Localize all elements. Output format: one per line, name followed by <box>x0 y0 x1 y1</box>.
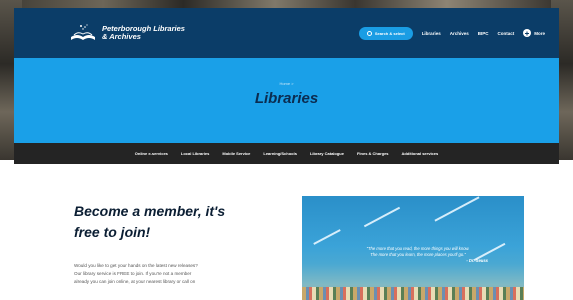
subnav-library-catalogue[interactable]: Library Catalogue <box>310 151 344 156</box>
breadcrumb[interactable]: Home > <box>14 81 559 86</box>
page-frame: Peterborough Libraries & Archives Search… <box>14 8 559 300</box>
nav-bipc[interactable]: BIPC <box>478 31 489 36</box>
ceiling-light <box>363 206 401 228</box>
ceiling-light <box>313 229 341 245</box>
search-icon <box>366 30 372 36</box>
library-interior-photo: "The more that you read, the more things… <box>302 196 524 300</box>
ceiling-light <box>434 196 480 222</box>
main-content: Become a member, it's free to join! Woul… <box>14 164 559 300</box>
para-line-1: Would you like to get your hands on the … <box>74 263 198 268</box>
page-title: Libraries <box>254 90 319 107</box>
subnav-local-libraries[interactable]: Local Libraries <box>181 151 209 156</box>
subnav-learning-schools[interactable]: Learning/Schools <box>263 151 297 156</box>
site-logo[interactable]: Peterborough Libraries & Archives <box>69 23 185 43</box>
header-nav: Search & select Libraries Archives BIPC … <box>358 26 545 40</box>
plus-icon <box>523 29 532 37</box>
nav-contact[interactable]: Contact <box>497 31 514 36</box>
wall-quote: "The more that you read, the more things… <box>348 246 488 264</box>
section-heading: Become a member, it's free to join! <box>74 201 274 243</box>
section-subnav: Online e-services Local Libraries Mobile… <box>14 143 559 164</box>
heading-line-1: Become a member, it's <box>74 203 226 219</box>
subnav-online-e-services[interactable]: Online e-services <box>135 151 168 156</box>
site-header: Peterborough Libraries & Archives Search… <box>14 8 559 58</box>
hero-banner: Home > Libraries <box>14 58 559 143</box>
subnav-fines-charges[interactable]: Fines & Charges <box>357 151 389 156</box>
heading-line-2: free to join! <box>74 224 151 240</box>
search-button[interactable]: Search & select <box>358 26 413 40</box>
nav-libraries[interactable]: Libraries <box>422 31 441 36</box>
logo-line-2: & Archives <box>102 32 141 41</box>
subnav-mobile-service[interactable]: Mobile Service <box>222 151 250 156</box>
search-button-label: Search & select <box>374 30 405 36</box>
subnav-additional-services[interactable]: Additional services <box>402 151 439 156</box>
quote-author: - Dr. Seuss <box>466 258 488 263</box>
open-book-icon <box>69 23 97 43</box>
membership-paragraph: Would you like to get your hands on the … <box>74 262 264 286</box>
bookshelves <box>302 287 524 300</box>
more-label: More <box>534 30 545 36</box>
more-menu-button[interactable]: More <box>523 29 545 37</box>
nav-archives[interactable]: Archives <box>450 31 469 36</box>
para-line-3: already you can join online, at your nea… <box>74 279 196 284</box>
para-line-2: Our library service is FREE to join. If … <box>74 271 192 276</box>
